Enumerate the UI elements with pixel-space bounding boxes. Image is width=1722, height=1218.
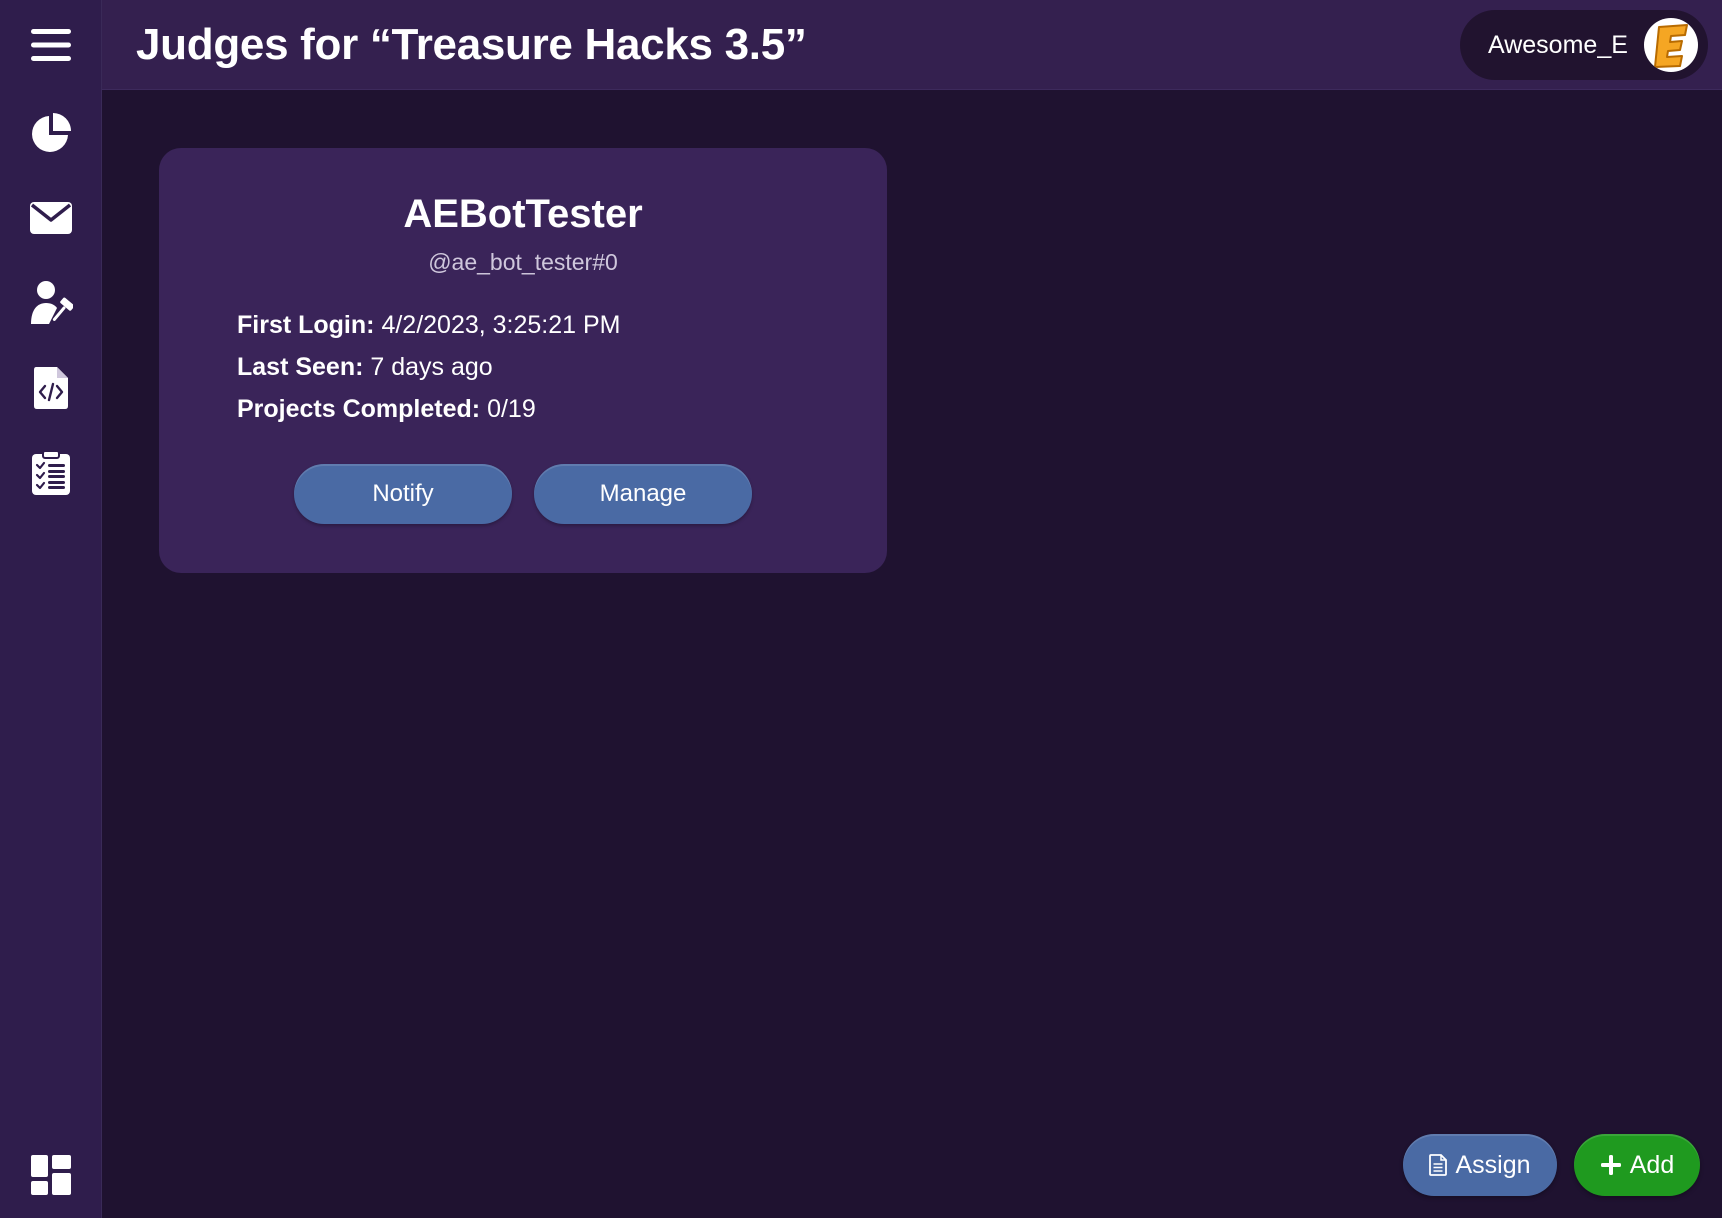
sidebar-item-projects[interactable] [21,358,81,418]
assign-button[interactable]: Assign [1403,1134,1557,1196]
sidebar-item-judges[interactable] [21,273,81,333]
first-login-label: First Login: [237,311,375,339]
last-seen-label: Last Seen: [237,353,364,381]
add-judge-button[interactable]: Add [1574,1134,1700,1196]
username-label: Awesome_E [1488,31,1628,59]
app-root: Judges for “Treasure Hacks 3.5” Awesome_… [0,0,1722,1218]
hamburger-menu-icon [31,29,71,61]
top-header: Judges for “Treasure Hacks 3.5” Awesome_… [102,0,1722,90]
last-seen-row: Last Seen: 7 days ago [237,346,621,388]
sidebar-item-dashboard[interactable] [21,1145,81,1205]
last-seen-value: 7 days ago [370,353,493,381]
sidebar-item-messages[interactable] [21,188,81,248]
document-icon [1429,1154,1448,1176]
clipboard-checklist-icon [32,450,70,495]
page-title: Judges for “Treasure Hacks 3.5” [136,20,807,69]
judge-gavel-icon [31,281,73,324]
sidebar [0,0,102,1218]
code-file-icon [34,367,68,409]
avatar [1644,18,1698,72]
plus-icon [1600,1154,1622,1176]
assign-button-label: Assign [1455,1150,1531,1179]
dashboard-grid-icon [31,1155,71,1195]
user-menu-button[interactable]: Awesome_E [1460,10,1708,80]
judge-stats: First Login: 4/2/2023, 3:25:21 PM Last S… [237,304,621,430]
projects-completed-label: Projects Completed: [237,395,481,423]
user-avatar-logo-icon [1654,24,1688,68]
first-login-row: First Login: 4/2/2023, 3:25:21 PM [237,304,621,346]
sidebar-item-checklist[interactable] [21,443,81,503]
judge-name: AEBotTester [403,192,643,236]
manage-button[interactable]: Manage [534,464,752,524]
projects-completed-row: Projects Completed: 0/19 [237,388,621,430]
sidebar-item-stats[interactable] [21,103,81,163]
projects-completed-value: 0/19 [487,395,536,423]
pie-chart-icon [32,113,71,152]
notify-button[interactable]: Notify [294,464,512,524]
judge-card: AEBotTester @ae_bot_tester#0 First Login… [159,148,887,573]
envelope-icon [30,202,72,234]
sidebar-item-menu[interactable] [21,15,81,75]
add-button-label: Add [1629,1150,1675,1179]
judge-handle: @ae_bot_tester#0 [428,249,618,275]
first-login-value: 4/2/2023, 3:25:21 PM [381,311,621,339]
